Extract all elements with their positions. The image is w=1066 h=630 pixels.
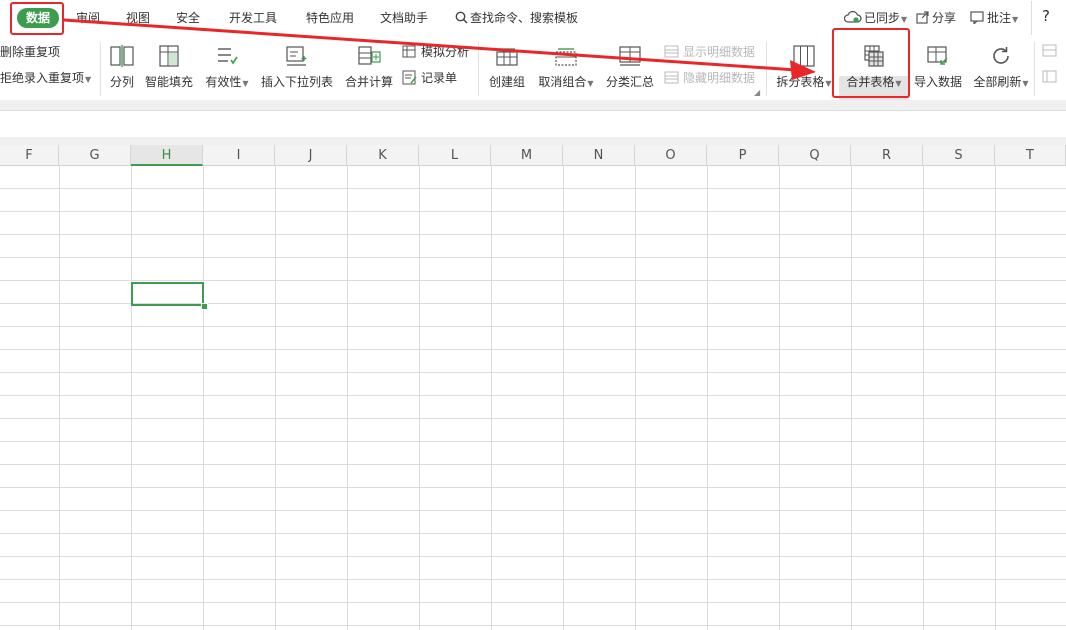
annotation-arrow — [62, 18, 816, 80]
